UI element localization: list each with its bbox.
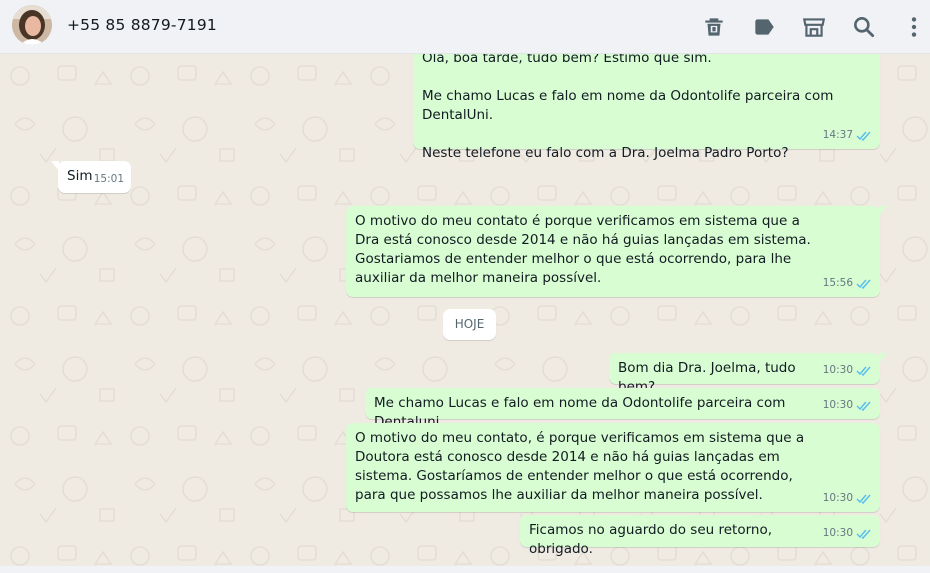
message-meta: 10:30 xyxy=(823,489,873,508)
message-time: 10:30 xyxy=(822,492,853,504)
message-time: 10:30 xyxy=(822,527,853,539)
read-receipt-icon xyxy=(856,365,873,376)
message-bubble-outgoing[interactable]: O motivo do meu contato, é porque verifi… xyxy=(346,423,880,512)
search-icon[interactable] xyxy=(851,14,877,40)
message-bubble-outgoing[interactable]: Olá, boa tarde, tudo bem? Estimo que sim… xyxy=(413,54,880,161)
contact-name[interactable]: +55 85 8879-7191 xyxy=(67,16,217,34)
read-receipt-icon xyxy=(856,493,873,504)
message-text: Neste telefone eu falo com a Dra. Joelma… xyxy=(422,145,789,161)
read-receipt-icon xyxy=(856,130,873,141)
store-icon[interactable] xyxy=(801,14,827,40)
label-icon[interactable] xyxy=(751,14,777,40)
message-meta: 10:30 xyxy=(823,361,873,380)
message-time: 10:30 xyxy=(822,364,853,376)
message-meta: 10:30 xyxy=(823,396,873,415)
message-time: 15:56 xyxy=(822,277,853,289)
read-receipt-icon xyxy=(856,528,873,539)
chat-header: +55 85 8879-7191 xyxy=(0,0,930,54)
message-meta: 14:37 xyxy=(823,126,873,145)
read-receipt-icon xyxy=(856,400,873,411)
message-text: Me chamo Lucas e falo em nome da Odontol… xyxy=(422,88,834,123)
message-time: 10:30 xyxy=(822,399,853,411)
message-bubble-outgoing[interactable]: Me chamo Lucas e falo em nome da Odontol… xyxy=(365,388,880,430)
message-meta: 15:56 xyxy=(823,274,873,293)
message-meta: 10:30 xyxy=(823,524,873,543)
message-text: Ficamos no aguardo do seu retorno, obrig… xyxy=(529,522,773,557)
message-bubble-outgoing[interactable]: Bom dia Dra. Joelma, tudo bem? 10:30 xyxy=(609,353,887,395)
message-list[interactable]: Olá, boa tarde, tudo bem? Estimo que sim… xyxy=(0,54,930,566)
composer-edge xyxy=(0,566,930,573)
message-time: 14:37 xyxy=(822,129,853,141)
message-meta: 15:01 xyxy=(94,170,124,189)
message-time: 15:01 xyxy=(93,173,124,185)
message-bubble-outgoing[interactable]: Ficamos no aguardo do seu retorno, obrig… xyxy=(520,515,880,557)
message-text: O motivo do meu contato, é porque verifi… xyxy=(355,430,805,503)
read-receipt-icon xyxy=(856,278,873,289)
contact-avatar[interactable] xyxy=(12,5,52,45)
message-bubble-incoming[interactable]: Sim 15:01 xyxy=(51,161,131,193)
delete-icon[interactable] xyxy=(701,14,727,40)
message-text: O motivo do meu contato é porque verific… xyxy=(355,213,811,286)
day-separator-badge: HOJE xyxy=(443,309,496,340)
message-text: Olá, boa tarde, tudo bem? Estimo que sim… xyxy=(422,54,712,66)
menu-icon[interactable] xyxy=(901,14,927,40)
message-bubble-outgoing[interactable]: O motivo do meu contato é porque verific… xyxy=(346,206,887,297)
